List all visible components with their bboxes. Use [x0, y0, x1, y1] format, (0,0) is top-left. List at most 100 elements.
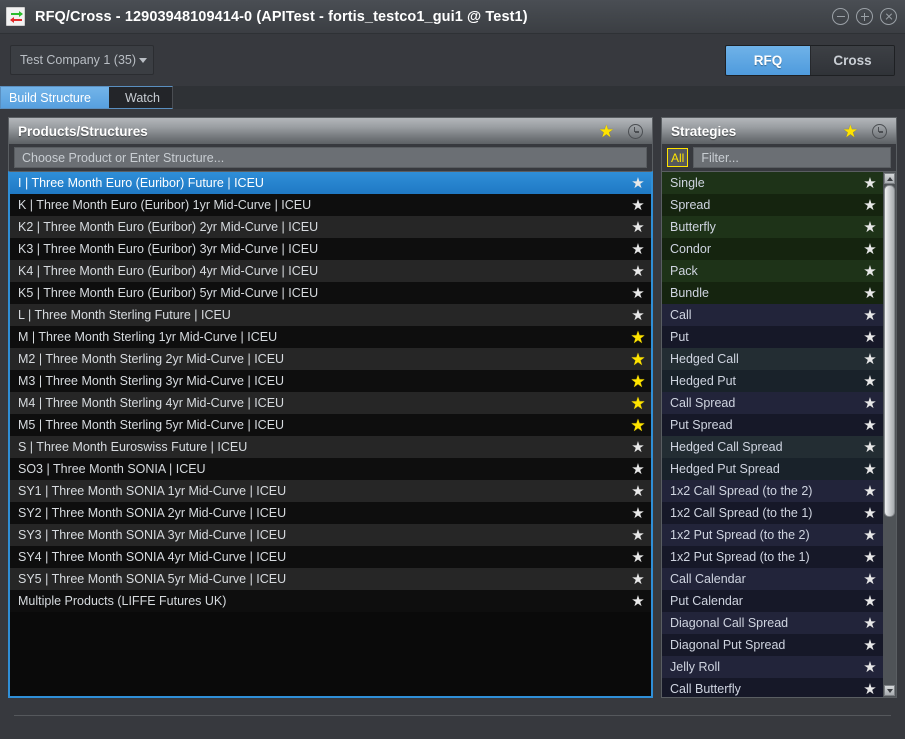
- product-list-item[interactable]: M | Three Month Sterling 1yr Mid-Curve |…: [10, 326, 651, 348]
- mode-button-cross[interactable]: Cross: [810, 45, 894, 75]
- star-icon[interactable]: ★: [857, 528, 883, 543]
- strategy-list-item[interactable]: 1x2 Put Spread (to the 1) ★: [662, 546, 883, 568]
- product-list-item[interactable]: K | Three Month Euro (Euribor) 1yr Mid-C…: [10, 194, 651, 216]
- star-icon[interactable]: ★: [857, 374, 883, 389]
- star-icon[interactable]: ★: [625, 462, 651, 477]
- scroll-up-icon[interactable]: [884, 173, 895, 184]
- strategy-list-item[interactable]: Diagonal Call Spread ★: [662, 612, 883, 634]
- star-icon[interactable]: ★: [857, 198, 883, 213]
- strategy-list-item[interactable]: Call Butterfly ★: [662, 678, 883, 697]
- star-icon[interactable]: ★: [857, 484, 883, 499]
- star-icon[interactable]: ★: [857, 462, 883, 477]
- product-list-item[interactable]: Multiple Products (LIFFE Futures UK) ★: [10, 590, 651, 612]
- product-list-item[interactable]: M4 | Three Month Sterling 4yr Mid-Curve …: [10, 392, 651, 414]
- product-list-item[interactable]: SY3 | Three Month SONIA 3yr Mid-Curve | …: [10, 524, 651, 546]
- product-list-item[interactable]: K3 | Three Month Euro (Euribor) 3yr Mid-…: [10, 238, 651, 260]
- strategy-filter-input[interactable]: Filter...: [693, 147, 891, 168]
- star-icon[interactable]: ★: [625, 242, 651, 257]
- star-icon[interactable]: ★: [625, 528, 651, 543]
- close-icon[interactable]: [880, 8, 897, 25]
- star-icon[interactable]: ★: [625, 198, 651, 213]
- star-icon[interactable]: ★: [857, 506, 883, 521]
- strategies-list[interactable]: Single ★ Spread ★ Butterfly ★ Condor ★ Pack ★ Bund…: [661, 171, 897, 698]
- star-icon[interactable]: ★: [625, 286, 651, 301]
- strategy-list-item[interactable]: Butterfly ★: [662, 216, 883, 238]
- scrollbar-thumb[interactable]: [884, 185, 895, 517]
- minimize-icon[interactable]: [832, 8, 849, 25]
- strategy-list-item[interactable]: Put Calendar ★: [662, 590, 883, 612]
- star-icon[interactable]: ★: [599, 123, 614, 140]
- product-list-item[interactable]: K5 | Three Month Euro (Euribor) 5yr Mid-…: [10, 282, 651, 304]
- filter-all-badge[interactable]: All: [667, 148, 689, 167]
- star-icon[interactable]: ★: [625, 373, 651, 390]
- star-icon[interactable]: ★: [625, 395, 651, 412]
- strategy-list-item[interactable]: 1x2 Call Spread (to the 1) ★: [662, 502, 883, 524]
- product-list-item[interactable]: M3 | Three Month Sterling 3yr Mid-Curve …: [10, 370, 651, 392]
- star-icon[interactable]: ★: [857, 286, 883, 301]
- company-dropdown[interactable]: Test Company 1 (35): [10, 45, 154, 75]
- mode-button-rfq[interactable]: RFQ: [726, 45, 810, 75]
- star-icon[interactable]: ★: [625, 329, 651, 346]
- star-icon[interactable]: ★: [625, 417, 651, 434]
- star-icon[interactable]: ★: [625, 594, 651, 609]
- product-list-item[interactable]: M5 | Three Month Sterling 5yr Mid-Curve …: [10, 414, 651, 436]
- star-icon[interactable]: ★: [625, 220, 651, 235]
- star-icon[interactable]: ★: [857, 264, 883, 279]
- star-icon[interactable]: ★: [857, 242, 883, 257]
- strategy-list-item[interactable]: Hedged Put ★: [662, 370, 883, 392]
- strategy-list-item[interactable]: Call ★: [662, 304, 883, 326]
- strategies-scrollbar[interactable]: [883, 172, 896, 697]
- tab-build-structure[interactable]: Build Structure: [1, 87, 109, 108]
- product-search-input[interactable]: Choose Product or Enter Structure...: [14, 147, 647, 168]
- scroll-down-icon[interactable]: [884, 685, 895, 696]
- product-list-item[interactable]: M2 | Three Month Sterling 2yr Mid-Curve …: [10, 348, 651, 370]
- product-list-item[interactable]: SY2 | Three Month SONIA 2yr Mid-Curve | …: [10, 502, 651, 524]
- star-icon[interactable]: ★: [625, 506, 651, 521]
- star-icon[interactable]: ★: [857, 550, 883, 565]
- star-icon[interactable]: ★: [625, 264, 651, 279]
- star-icon[interactable]: ★: [857, 396, 883, 411]
- clock-icon[interactable]: [872, 123, 887, 139]
- strategy-list-item[interactable]: Call Spread ★: [662, 392, 883, 414]
- strategy-list-item[interactable]: Bundle ★: [662, 282, 883, 304]
- star-icon[interactable]: ★: [857, 638, 883, 653]
- maximize-icon[interactable]: [856, 8, 873, 25]
- star-icon[interactable]: ★: [857, 616, 883, 631]
- strategy-list-item[interactable]: 1x2 Call Spread (to the 2) ★: [662, 480, 883, 502]
- strategy-list-item[interactable]: Single ★: [662, 172, 883, 194]
- star-icon[interactable]: ★: [625, 351, 651, 368]
- star-icon[interactable]: ★: [625, 308, 651, 323]
- star-icon[interactable]: ★: [857, 440, 883, 455]
- star-icon[interactable]: ★: [625, 176, 651, 191]
- star-icon[interactable]: ★: [857, 308, 883, 323]
- star-icon[interactable]: ★: [843, 123, 858, 140]
- strategy-list-item[interactable]: 1x2 Put Spread (to the 2) ★: [662, 524, 883, 546]
- star-icon[interactable]: ★: [625, 440, 651, 455]
- star-icon[interactable]: ★: [625, 484, 651, 499]
- star-icon[interactable]: ★: [625, 572, 651, 587]
- strategy-list-item[interactable]: Put Spread ★: [662, 414, 883, 436]
- product-list-item[interactable]: K2 | Three Month Euro (Euribor) 2yr Mid-…: [10, 216, 651, 238]
- star-icon[interactable]: ★: [625, 550, 651, 565]
- star-icon[interactable]: ★: [857, 352, 883, 367]
- star-icon[interactable]: ★: [857, 660, 883, 675]
- tab-watch[interactable]: Watch: [108, 87, 172, 108]
- strategy-list-item[interactable]: Call Calendar ★: [662, 568, 883, 590]
- strategy-list-item[interactable]: Hedged Put Spread ★: [662, 458, 883, 480]
- products-list[interactable]: I | Three Month Euro (Euribor) Future | …: [8, 171, 653, 698]
- star-icon[interactable]: ★: [857, 330, 883, 345]
- product-list-item[interactable]: SY1 | Three Month SONIA 1yr Mid-Curve | …: [10, 480, 651, 502]
- strategy-list-item[interactable]: Hedged Call ★: [662, 348, 883, 370]
- strategy-list-item[interactable]: Condor ★: [662, 238, 883, 260]
- strategy-list-item[interactable]: Put ★: [662, 326, 883, 348]
- strategy-list-item[interactable]: Jelly Roll ★: [662, 656, 883, 678]
- product-list-item[interactable]: I | Three Month Euro (Euribor) Future | …: [10, 172, 651, 194]
- strategy-list-item[interactable]: Hedged Call Spread ★: [662, 436, 883, 458]
- star-icon[interactable]: ★: [857, 682, 883, 697]
- star-icon[interactable]: ★: [857, 220, 883, 235]
- star-icon[interactable]: ★: [857, 176, 883, 191]
- clock-icon[interactable]: [628, 123, 643, 139]
- product-list-item[interactable]: SY5 | Three Month SONIA 5yr Mid-Curve | …: [10, 568, 651, 590]
- product-list-item[interactable]: SY4 | Three Month SONIA 4yr Mid-Curve | …: [10, 546, 651, 568]
- star-icon[interactable]: ★: [857, 418, 883, 433]
